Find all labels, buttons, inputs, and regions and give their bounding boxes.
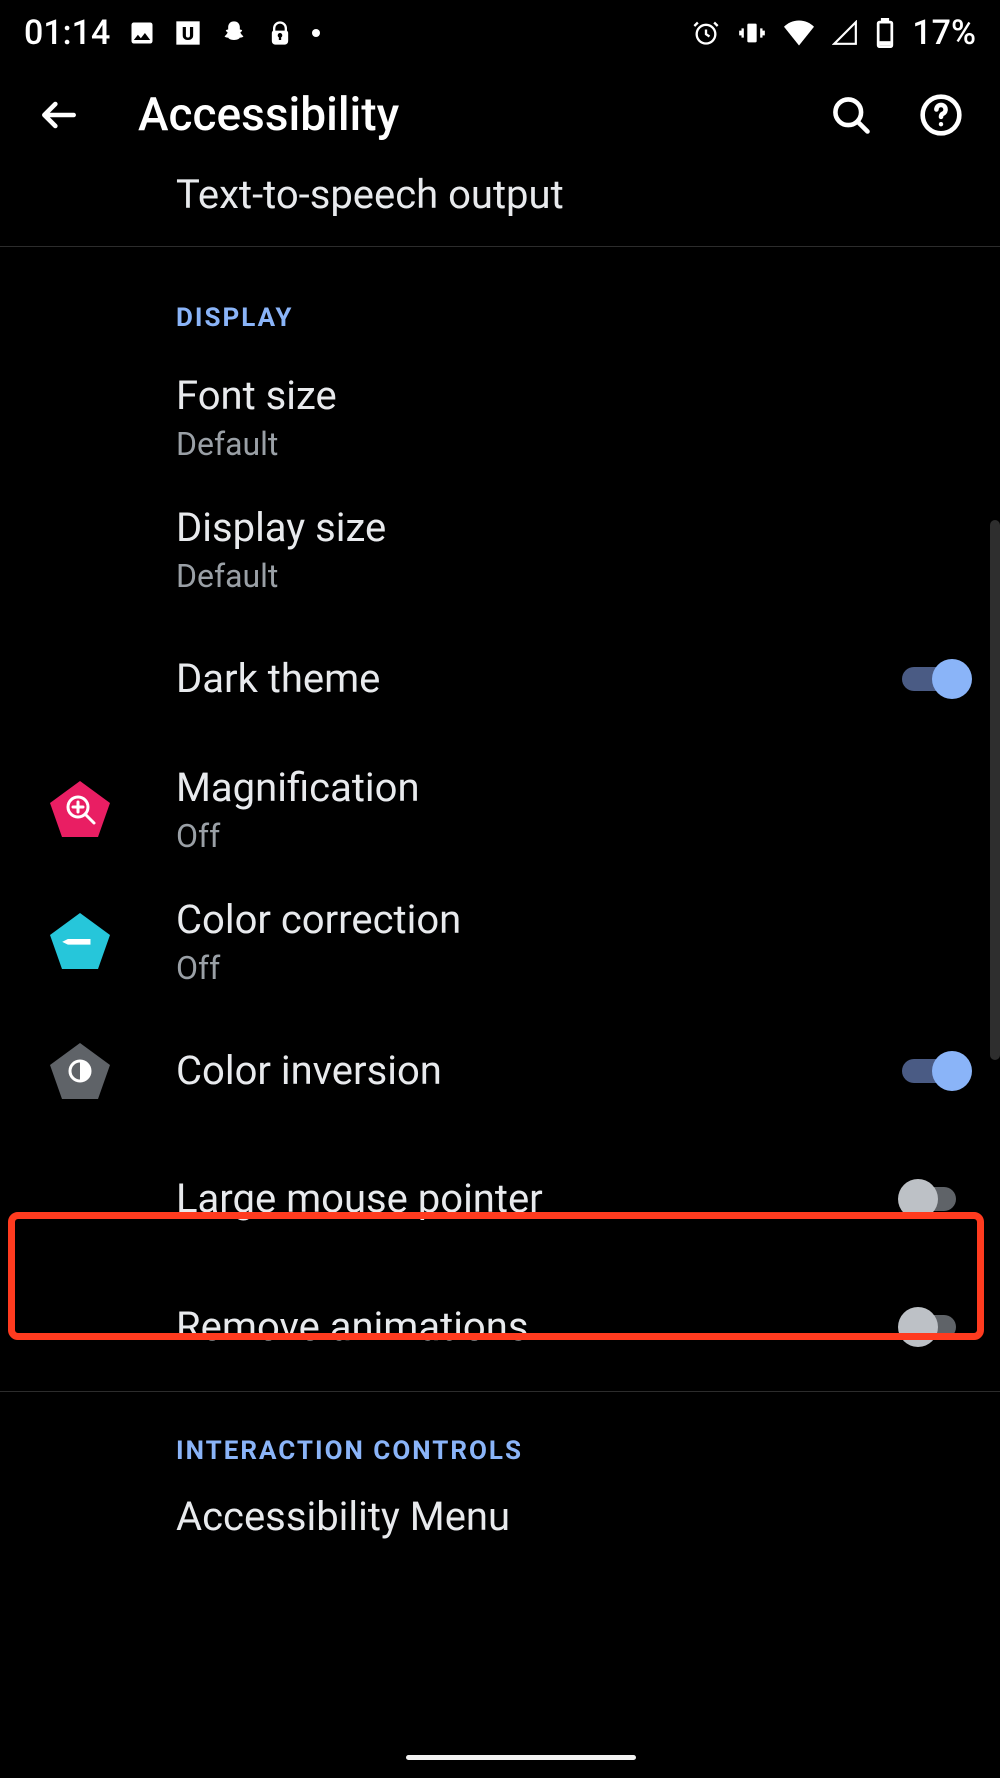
setting-title: Dark theme [176, 654, 898, 704]
setting-remove-animations[interactable]: Remove animations [176, 1263, 972, 1391]
lock-icon [266, 19, 294, 47]
switch-thumb [898, 1307, 938, 1347]
battery-icon [876, 18, 894, 48]
setting-dark-theme[interactable]: Dark theme [176, 615, 972, 743]
magnification-icon [48, 777, 112, 841]
setting-large-mouse-pointer[interactable]: Large mouse pointer [176, 1135, 972, 1263]
setting-magnification[interactable]: Magnification Off [176, 743, 972, 875]
svg-text:U: U [182, 23, 194, 45]
setting-subtitle: Default [176, 425, 972, 463]
nav-indicator [406, 1755, 636, 1760]
section-header-display: DISPLAY [176, 247, 972, 351]
vibrate-icon [738, 19, 766, 47]
setting-title: Color inversion [176, 1046, 898, 1096]
page-title: Accessibility [138, 88, 796, 142]
toggle-remove-animations[interactable] [898, 1307, 972, 1347]
scrollbar[interactable] [990, 520, 1000, 1060]
setting-text-to-speech[interactable]: Text-to-speech output [176, 170, 972, 246]
arrow-left-icon [37, 93, 81, 137]
toggle-color-inversion[interactable] [898, 1051, 972, 1091]
color-correction-icon [48, 909, 112, 973]
status-time: 01:14 [24, 13, 110, 53]
back-button[interactable] [24, 80, 94, 150]
setting-color-correction[interactable]: Color correction Off [176, 875, 972, 1007]
setting-font-size[interactable]: Font size Default [176, 351, 972, 483]
setting-title: Font size [176, 371, 972, 421]
help-button[interactable] [906, 80, 976, 150]
app-bar: Accessibility [0, 60, 1000, 170]
section-header-interaction: INTERACTION CONTROLS [176, 1392, 972, 1476]
display-section: DISPLAY Font size Default Display size D… [0, 247, 1000, 1391]
app-u-icon: U [174, 19, 202, 47]
setting-subtitle: Off [176, 949, 972, 987]
status-right: 17% [692, 13, 976, 53]
status-bar: 01:14 U 17% [0, 0, 1000, 60]
switch-thumb [898, 1179, 938, 1219]
setting-title: Text-to-speech output [176, 170, 972, 220]
setting-title: Display size [176, 503, 972, 553]
snapchat-icon [220, 19, 248, 47]
setting-accessibility-menu[interactable]: Accessibility Menu [176, 1476, 972, 1562]
search-button[interactable] [816, 80, 886, 150]
interaction-section: INTERACTION CONTROLS Accessibility Menu [0, 1392, 1000, 1562]
setting-subtitle: Default [176, 557, 972, 595]
switch-thumb [932, 659, 972, 699]
settings-list[interactable]: Text-to-speech output [0, 170, 1000, 246]
toggle-dark-theme[interactable] [898, 659, 972, 699]
setting-title: Magnification [176, 763, 972, 813]
status-left: 01:14 U [24, 13, 320, 53]
alarm-icon [692, 19, 720, 47]
toggle-large-mouse-pointer[interactable] [898, 1179, 972, 1219]
battery-percent: 17% [912, 13, 976, 53]
setting-color-inversion[interactable]: Color inversion [176, 1007, 972, 1135]
switch-thumb [932, 1051, 972, 1091]
signal-icon [832, 20, 858, 46]
setting-title: Remove animations [176, 1302, 898, 1352]
color-inversion-icon [48, 1039, 112, 1103]
notification-dot-icon [312, 29, 320, 37]
setting-title: Large mouse pointer [176, 1174, 898, 1224]
setting-title: Accessibility Menu [176, 1492, 972, 1542]
gallery-icon [128, 19, 156, 47]
wifi-icon [784, 20, 814, 46]
setting-subtitle: Off [176, 817, 972, 855]
search-icon [829, 93, 873, 137]
help-icon [919, 93, 963, 137]
setting-display-size[interactable]: Display size Default [176, 483, 972, 615]
setting-title: Color correction [176, 895, 972, 945]
